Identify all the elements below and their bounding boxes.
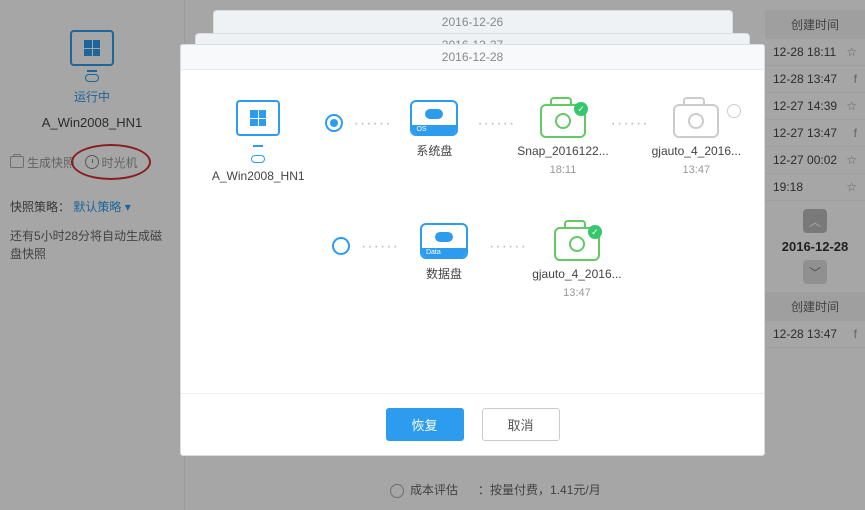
radio-selected-icon xyxy=(325,114,343,132)
vm-node: A_Win2008_HN1 xyxy=(201,100,315,183)
snapshot-name: Snap_2016122... xyxy=(517,144,608,158)
selector-node[interactable] xyxy=(315,100,353,132)
snapshot-time: 13:47 xyxy=(683,164,711,176)
snapshot-time: 18:11 xyxy=(550,164,577,176)
snapshot-node[interactable]: gjauto_4_2016... 13:47 xyxy=(649,100,744,176)
check-badge-icon: ✓ xyxy=(588,225,602,239)
dots-connector xyxy=(489,223,527,271)
snapshot-row: A_Win2008_HN1 OS 系统盘 ✓ Snap_2016122... 1… xyxy=(201,100,744,183)
monitor-stand-icon xyxy=(253,144,263,147)
snapshot-name: gjauto_4_2016... xyxy=(532,267,621,281)
selector-node[interactable] xyxy=(321,223,361,255)
cancel-button[interactable]: 取消 xyxy=(482,408,560,441)
restore-button[interactable]: 恢复 xyxy=(386,408,464,441)
radio-unselected-icon xyxy=(332,237,350,255)
radio-unselected-icon[interactable] xyxy=(727,104,741,118)
disk-label: 数据盘 xyxy=(426,265,462,282)
windows-icon xyxy=(250,110,266,126)
disk-label: 系统盘 xyxy=(416,142,452,159)
dots-connector xyxy=(611,100,649,148)
snapshot-row: Data 数据盘 ✓ gjauto_4_2016... 13:47 xyxy=(201,223,744,299)
camera-icon: ✓ xyxy=(554,227,600,261)
modal-footer: 恢复 取消 xyxy=(181,393,764,455)
camera-icon: ✓ xyxy=(540,104,586,138)
disk-node: OS 系统盘 xyxy=(392,100,478,159)
cloud-icon xyxy=(251,155,265,163)
dots-connector xyxy=(361,223,399,271)
time-machine-modal: 2016-12-28 A_Win2008_HN1 OS 系统盘 xyxy=(180,44,765,456)
vm-node-label: A_Win2008_HN1 xyxy=(212,169,305,183)
camera-icon xyxy=(673,104,719,138)
disk-node: Data 数据盘 xyxy=(399,223,489,282)
modal-body: A_Win2008_HN1 OS 系统盘 ✓ Snap_2016122... 1… xyxy=(181,70,764,393)
check-badge-icon: ✓ xyxy=(574,102,588,116)
dots-connector xyxy=(477,100,515,148)
snapshot-node[interactable]: ✓ gjauto_4_2016... 13:47 xyxy=(527,223,627,299)
monitor-icon xyxy=(236,100,280,136)
disk-icon: OS xyxy=(410,100,458,136)
date-tab[interactable]: 2016-12-26 xyxy=(213,10,733,33)
snapshot-time: 13:47 xyxy=(563,287,591,299)
disk-icon: Data xyxy=(420,223,468,259)
snapshot-node[interactable]: ✓ Snap_2016122... 18:11 xyxy=(515,100,610,176)
snapshot-name: gjauto_4_2016... xyxy=(652,144,741,158)
modal-date-header: 2016-12-28 xyxy=(181,45,764,70)
dots-connector xyxy=(354,100,392,148)
